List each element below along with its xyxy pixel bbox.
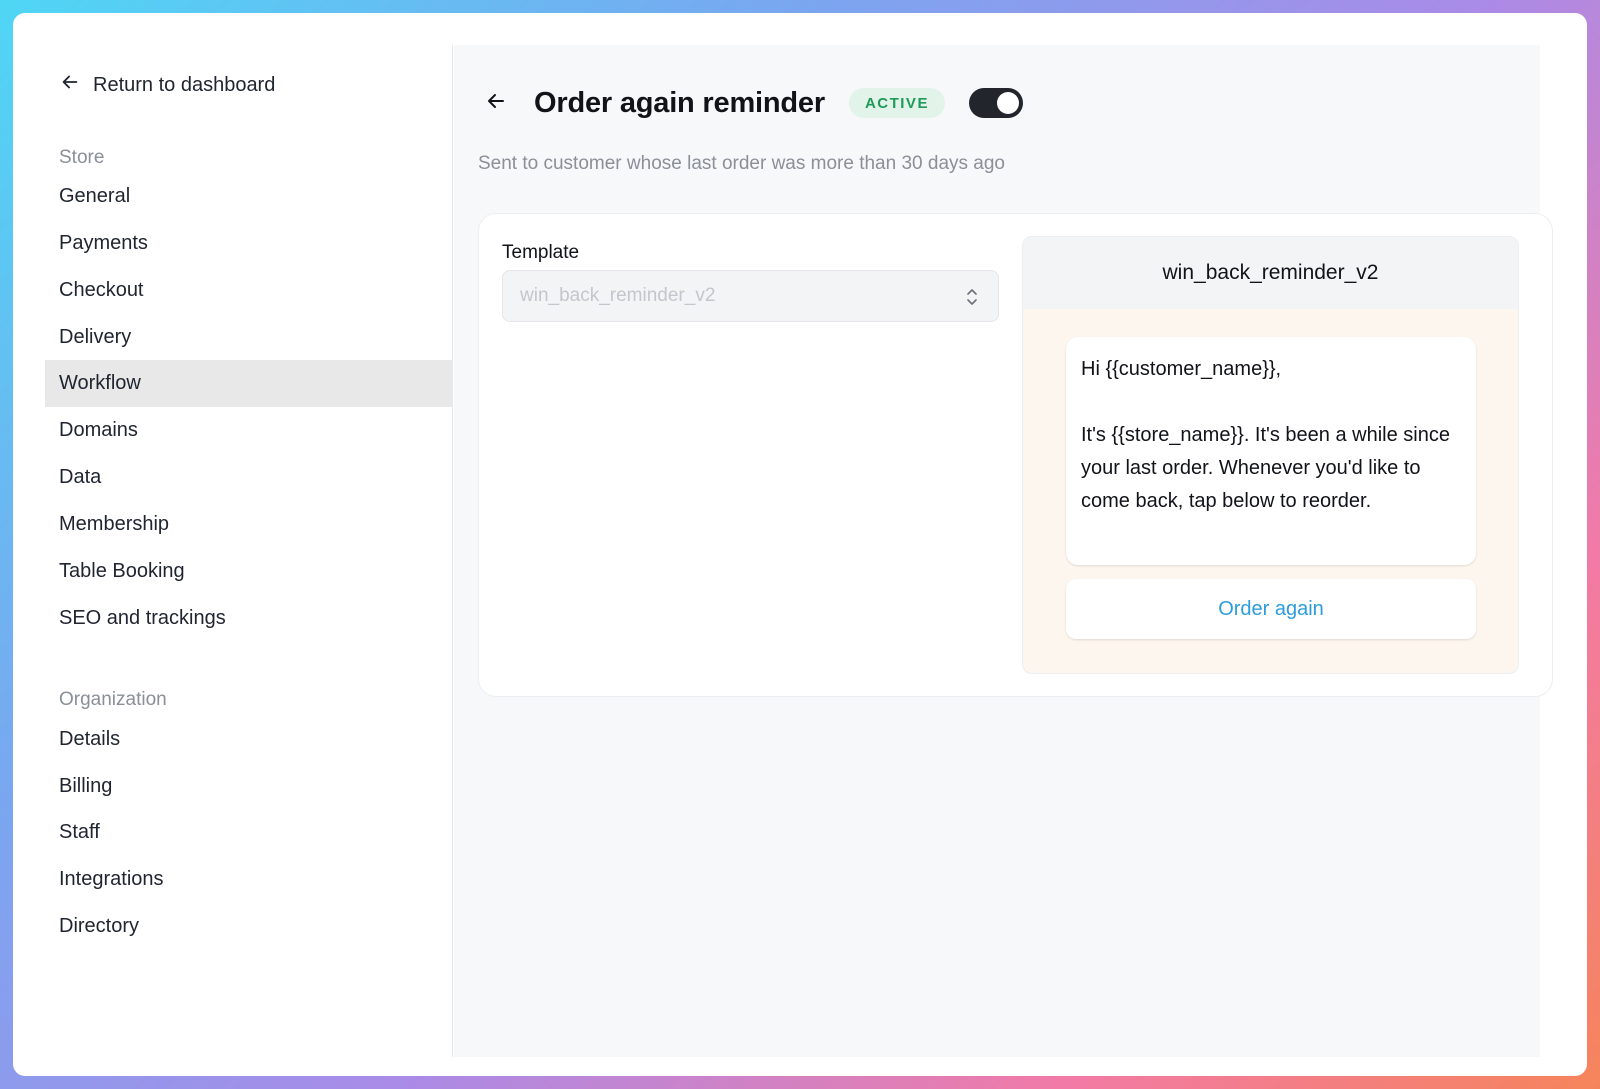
page-title: Order again reminder (534, 86, 825, 119)
arrow-left-icon (59, 71, 81, 99)
sidebar-item-delivery[interactable]: Delivery (45, 314, 452, 361)
message-bubble: Hi {{customer_name}}, It's {{store_name}… (1066, 337, 1476, 565)
sidebar-item-seo-and-trackings[interactable]: SEO and trackings (45, 595, 452, 642)
sidebar-item-workflow[interactable]: Workflow (45, 360, 452, 407)
sidebar-item-checkout[interactable]: Checkout (45, 267, 452, 314)
sidebar-item-details[interactable]: Details (45, 716, 452, 763)
organization-section-title: Organization (59, 689, 167, 710)
sidebar-item-staff[interactable]: Staff (45, 809, 452, 856)
template-card: Template win_back_reminder_v2 win_back_r… (478, 213, 1553, 697)
sidebar-item-billing[interactable]: Billing (45, 763, 452, 810)
status-badge: ACTIVE (848, 88, 945, 118)
sidebar-item-membership[interactable]: Membership (45, 501, 452, 548)
template-select-value: win_back_reminder_v2 (520, 285, 716, 306)
app-window: Return to dashboard Store General Paymen… (13, 13, 1587, 1076)
return-to-dashboard-label: Return to dashboard (93, 73, 276, 96)
sidebar-item-payments[interactable]: Payments (45, 220, 452, 267)
arrow-left-icon (484, 89, 508, 118)
toggle-knob (996, 92, 1019, 114)
return-to-dashboard-link[interactable]: Return to dashboard (59, 71, 275, 99)
workflow-enabled-toggle[interactable] (968, 88, 1023, 118)
preview-title: win_back_reminder_v2 (1023, 237, 1518, 309)
template-label: Template (502, 242, 580, 263)
message-body: It's {{store_name}}. It's been a while s… (1081, 424, 1450, 512)
message-preview: win_back_reminder_v2 Hi {{customer_name}… (1022, 236, 1519, 674)
sidebar-item-domains[interactable]: Domains (45, 407, 452, 454)
message-greeting: Hi {{customer_name}}, (1081, 358, 1282, 380)
chevron-up-down-icon (964, 286, 980, 308)
sidebar-item-integrations[interactable]: Integrations (45, 856, 452, 903)
order-again-button[interactable]: Order again (1066, 579, 1476, 639)
back-button[interactable] (478, 85, 514, 121)
sidebar-item-general[interactable]: General (45, 173, 452, 220)
page-header: Order again reminder ACTIVE (478, 83, 1023, 123)
sidebar-item-data[interactable]: Data (45, 454, 452, 501)
sidebar-item-directory[interactable]: Directory (45, 903, 452, 950)
store-section-title: Store (59, 147, 105, 168)
template-select[interactable]: win_back_reminder_v2 (502, 270, 999, 322)
page-subtitle: Sent to customer whose last order was mo… (478, 153, 1005, 174)
settings-sidebar: Return to dashboard Store General Paymen… (45, 45, 453, 1057)
sidebar-item-table-booking[interactable]: Table Booking (45, 548, 452, 595)
main-content: Order again reminder ACTIVE Sent to cust… (454, 45, 1553, 1057)
